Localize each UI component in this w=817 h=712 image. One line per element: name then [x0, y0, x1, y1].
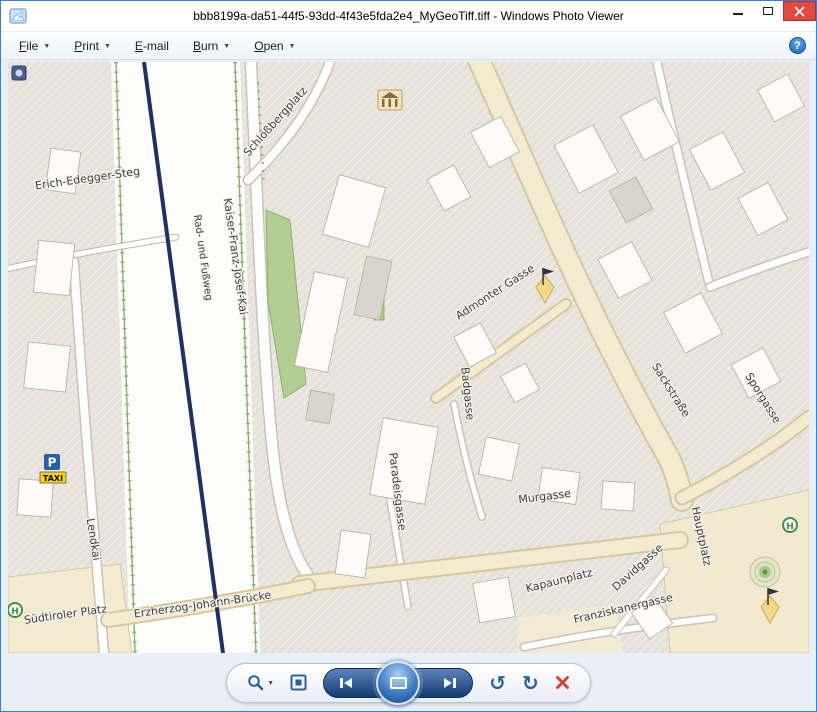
close-icon [794, 6, 805, 17]
menubar: File ▼ Print ▼ E-mail Burn ▼ Open ▼ ? [1, 31, 816, 60]
menu-email[interactable]: E-mail [127, 36, 177, 56]
fit-to-window-icon [290, 674, 307, 691]
tram-stop-icon: H [8, 603, 22, 617]
previous-icon [338, 677, 354, 689]
help-button[interactable]: ? [789, 37, 806, 54]
svg-text:H: H [786, 522, 794, 532]
close-button[interactable] [783, 1, 816, 21]
play-slideshow-button[interactable] [376, 661, 420, 705]
image-canvas: P TAXI H H Erich-Edegger-Steg Kaiser-Fra… [1, 60, 816, 654]
app-icon [9, 8, 27, 24]
menu-file[interactable]: File ▼ [11, 36, 58, 56]
rotate-counterclockwise-button[interactable]: ↺ [489, 673, 506, 693]
magnifier-icon [247, 674, 264, 691]
help-icon: ? [794, 40, 801, 52]
titlebar: bbb8199a-da51-44f5-93dd-4f43e5fda2e4_MyG… [1, 1, 816, 31]
toolbar: ▼ [1, 654, 816, 711]
svg-text:P: P [48, 455, 57, 469]
delete-button[interactable] [555, 675, 570, 690]
dropdown-arrow-icon: ▼ [289, 41, 296, 50]
dropdown-arrow-icon: ▼ [43, 41, 50, 50]
fit-to-window-button[interactable] [290, 674, 307, 691]
next-button[interactable] [442, 677, 458, 689]
fountain-icon [750, 557, 780, 587]
toolbar-capsule: ▼ [226, 663, 590, 703]
menu-open[interactable]: Open ▼ [246, 36, 303, 56]
menu-print[interactable]: Print ▼ [66, 36, 119, 56]
delete-icon [555, 675, 570, 690]
window-title: bbb8199a-da51-44f5-93dd-4f43e5fda2e4_MyG… [193, 9, 624, 23]
rotate-clockwise-button[interactable]: ↻ [522, 673, 539, 693]
window-controls [723, 1, 816, 21]
dropdown-arrow-icon: ▼ [267, 678, 274, 687]
tram-stop-icon: H [783, 518, 797, 532]
dropdown-arrow-icon: ▼ [104, 41, 111, 50]
dropdown-arrow-icon: ▼ [223, 41, 230, 50]
photo-viewer-window: bbb8199a-da51-44f5-93dd-4f43e5fda2e4_MyG… [0, 0, 817, 712]
minimize-icon [733, 13, 743, 15]
menu-burn[interactable]: Burn ▼ [185, 36, 238, 56]
svg-text:H: H [11, 607, 19, 617]
slideshow-icon [390, 677, 407, 689]
previous-button[interactable] [338, 677, 354, 689]
museum-icon [378, 90, 402, 110]
navigation-group [323, 668, 473, 698]
map-image: P TAXI H H Erich-Edegger-Steg Kaiser-Fra… [8, 62, 809, 653]
zoom-button[interactable]: ▼ [247, 674, 274, 691]
map-marker-icon [12, 66, 26, 80]
maximize-icon [763, 7, 773, 15]
svg-text:TAXI: TAXI [43, 474, 63, 483]
next-icon [442, 677, 458, 689]
maximize-button[interactable] [753, 1, 783, 21]
minimize-button[interactable] [723, 1, 753, 21]
